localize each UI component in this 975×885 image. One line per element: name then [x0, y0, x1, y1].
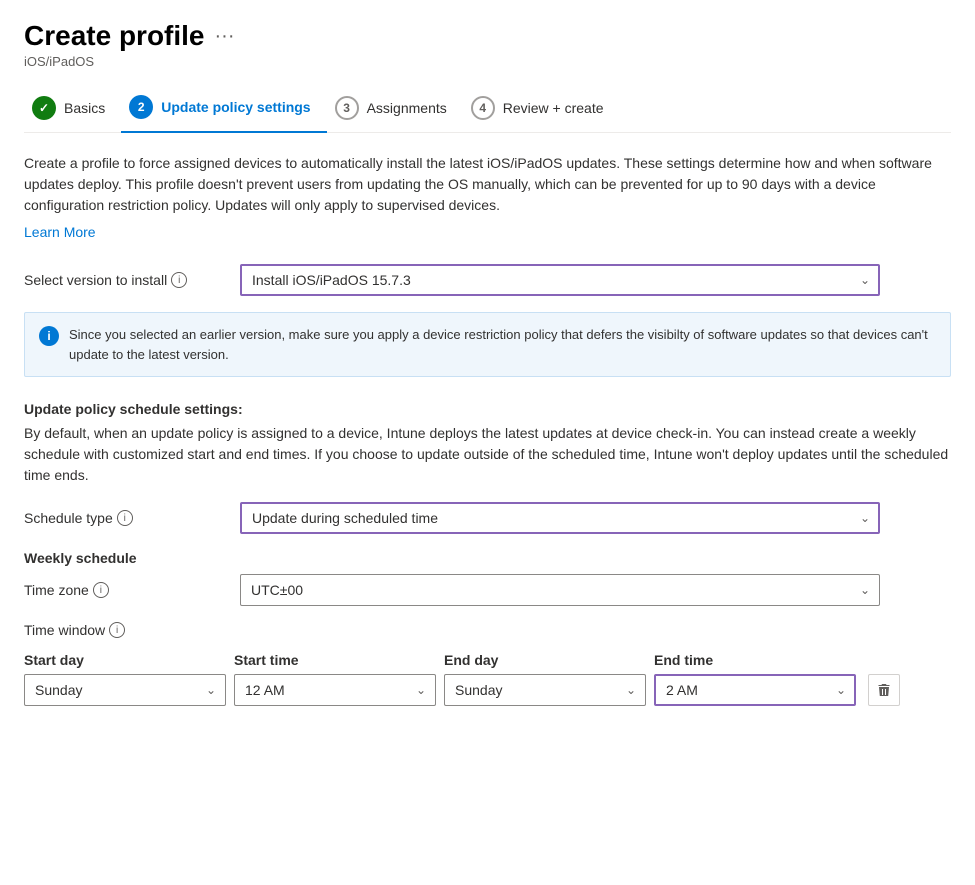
step-review-create[interactable]: 4 Review + create	[463, 86, 620, 132]
start-day-col: Start day SundayMondayTuesdayWednesdayTh…	[24, 652, 226, 706]
version-form-row: Select version to install i Latest updat…	[24, 264, 951, 296]
timezone-form-row: Time zone i UTC±00UTC-05:00UTC-08:00UTC+…	[24, 574, 951, 606]
start-day-dropdown[interactable]: SundayMondayTuesdayWednesdayThursdayFrid…	[24, 674, 226, 706]
schedule-type-label: Schedule type i	[24, 510, 224, 526]
end-day-dropdown[interactable]: SundayMondayTuesdayWednesdayThursdayFrid…	[444, 674, 646, 706]
schedule-section-title: Update policy schedule settings:	[24, 401, 951, 417]
page-title: Create profile	[24, 20, 205, 52]
step-assignments-circle: 3	[335, 96, 359, 120]
step-review-create-label: Review + create	[503, 100, 604, 116]
version-dropdown-wrapper: Latest updateInstall iOS/iPadOS 15.7.3In…	[240, 264, 880, 296]
schedule-type-info-icon[interactable]: i	[117, 510, 133, 526]
timezone-dropdown[interactable]: UTC±00UTC-05:00UTC-08:00UTC+01:00	[240, 574, 880, 606]
learn-more-link[interactable]: Learn More	[24, 224, 96, 240]
info-box-text: Since you selected an earlier version, m…	[69, 325, 936, 364]
schedule-section-desc: By default, when an update policy is ass…	[24, 423, 951, 486]
step-update-policy-circle: 2	[129, 95, 153, 119]
start-day-header: Start day	[24, 652, 226, 668]
timezone-dropdown-wrapper: UTC±00UTC-05:00UTC-08:00UTC+01:00 ⌄	[240, 574, 880, 606]
time-window-label: Time window	[24, 622, 105, 638]
step-review-create-circle: 4	[471, 96, 495, 120]
info-box-icon: i	[39, 326, 59, 346]
version-dropdown[interactable]: Latest updateInstall iOS/iPadOS 15.7.3In…	[240, 264, 880, 296]
more-options-icon[interactable]: ···	[215, 25, 235, 48]
end-time-dropdown[interactable]: 12 AM1 AM2 AM3 AM4 AM5 AM6 AM	[654, 674, 856, 706]
end-day-header: End day	[444, 652, 646, 668]
end-time-header: End time	[654, 652, 856, 668]
step-update-policy-label: Update policy settings	[161, 99, 310, 115]
start-time-header: Start time	[234, 652, 436, 668]
page-subtitle: iOS/iPadOS	[24, 54, 951, 69]
start-time-dropdown[interactable]: 12 AM1 AM2 AM3 AM4 AM5 AM6 AM	[234, 674, 436, 706]
start-day-dropdown-wrapper: SundayMondayTuesdayWednesdayThursdayFrid…	[24, 674, 226, 706]
step-basics-circle: ✓	[32, 96, 56, 120]
end-day-col: End day SundayMondayTuesdayWednesdayThur…	[444, 652, 646, 706]
delete-col	[864, 650, 904, 706]
section-description: Create a profile to force assigned devic…	[24, 153, 951, 216]
version-info-icon[interactable]: i	[171, 272, 187, 288]
end-time-col: End time 12 AM1 AM2 AM3 AM4 AM5 AM6 AM ⌄	[654, 652, 856, 706]
time-window-info-icon[interactable]: i	[109, 622, 125, 638]
start-time-dropdown-wrapper: 12 AM1 AM2 AM3 AM4 AM5 AM6 AM ⌄	[234, 674, 436, 706]
schedule-type-dropdown[interactable]: Update at next check-inUpdate during sch…	[240, 502, 880, 534]
step-basics[interactable]: ✓ Basics	[24, 86, 121, 132]
step-assignments[interactable]: 3 Assignments	[327, 86, 463, 132]
end-day-dropdown-wrapper: SundayMondayTuesdayWednesdayThursdayFrid…	[444, 674, 646, 706]
timezone-info-icon[interactable]: i	[93, 582, 109, 598]
step-assignments-label: Assignments	[367, 100, 447, 116]
trash-icon	[876, 682, 892, 698]
version-label: Select version to install i	[24, 272, 224, 288]
time-window-grid: Start day SundayMondayTuesdayWednesdayTh…	[24, 650, 904, 706]
end-time-dropdown-wrapper: 12 AM1 AM2 AM3 AM4 AM5 AM6 AM ⌄	[654, 674, 856, 706]
step-update-policy[interactable]: 2 Update policy settings	[121, 85, 326, 133]
step-basics-label: Basics	[64, 100, 105, 116]
schedule-type-form-row: Schedule type i Update at next check-inU…	[24, 502, 951, 534]
delete-row-button[interactable]	[868, 674, 900, 706]
weekly-schedule-heading: Weekly schedule	[24, 550, 951, 566]
info-box: i Since you selected an earlier version,…	[24, 312, 951, 377]
start-time-col: Start time 12 AM1 AM2 AM3 AM4 AM5 AM6 AM…	[234, 652, 436, 706]
schedule-type-dropdown-wrapper: Update at next check-inUpdate during sch…	[240, 502, 880, 534]
wizard-steps: ✓ Basics 2 Update policy settings 3 Assi…	[24, 85, 951, 133]
timezone-label: Time zone i	[24, 582, 224, 598]
